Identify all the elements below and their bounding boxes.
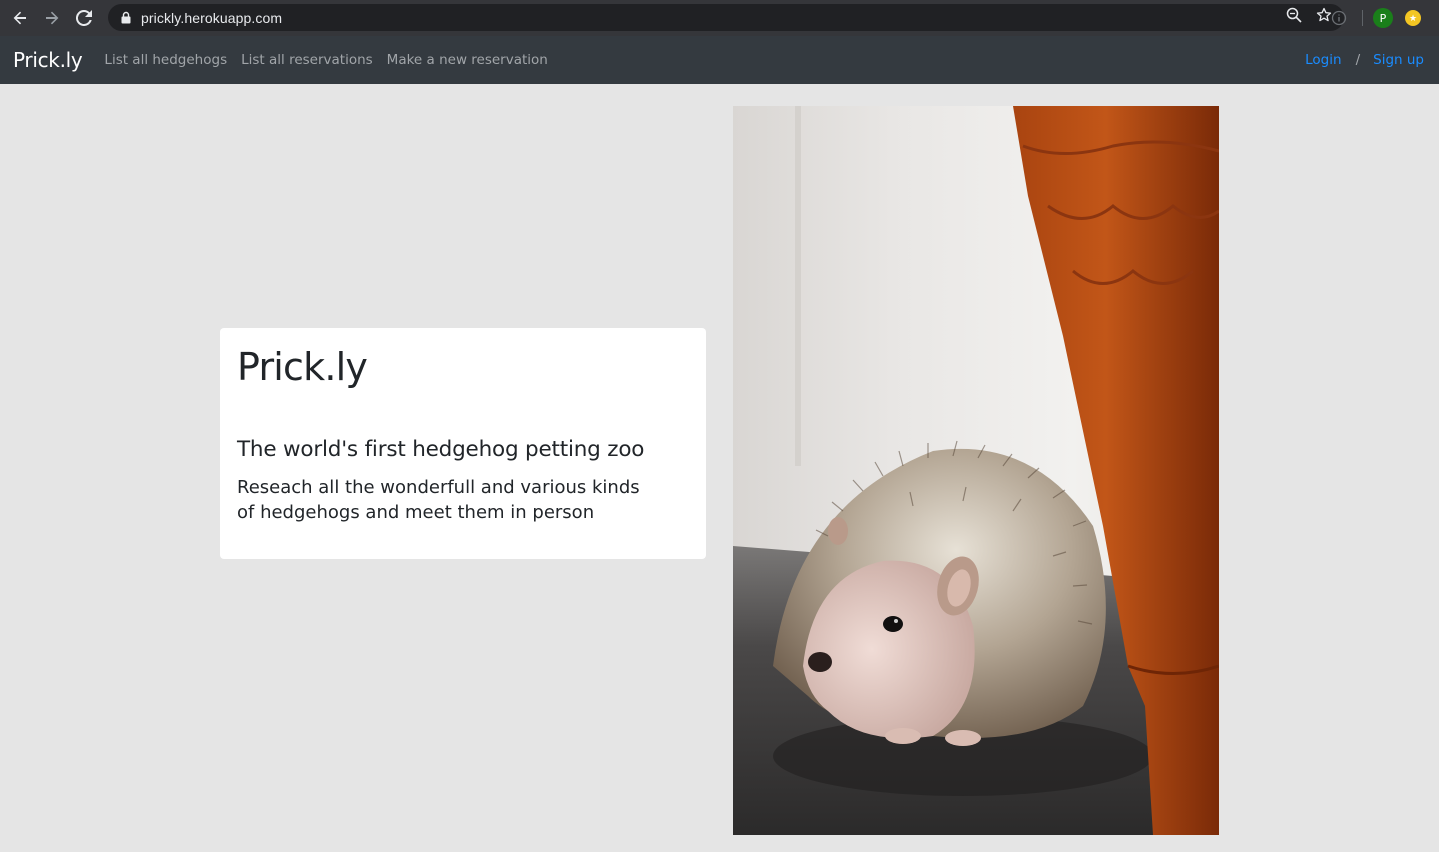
hero-subtitle: The world's first hedgehog petting zoo (237, 437, 645, 462)
url-text: prickly.herokuapp.com (141, 9, 283, 26)
toolbar-divider (1362, 10, 1363, 26)
nav-link-new-reservation[interactable]: Make a new reservation (387, 52, 548, 68)
browser-toolbar: prickly.herokuapp.com P ★ (0, 0, 1439, 36)
zoom-icon[interactable] (1286, 7, 1302, 28)
nav-link-reservations[interactable]: List all reservations (241, 52, 373, 68)
nav-link-hedgehogs[interactable]: List all hedgehogs (104, 52, 227, 68)
profile-avatar[interactable]: P (1373, 8, 1393, 28)
hero-title: Prick.ly (237, 345, 368, 389)
lock-icon (120, 11, 132, 25)
back-button[interactable] (4, 0, 36, 36)
reload-button[interactable] (68, 0, 100, 36)
signup-link[interactable]: Sign up (1373, 52, 1424, 68)
reload-icon (76, 10, 92, 26)
info-extension-icon[interactable] (1328, 7, 1350, 29)
brand-link[interactable]: Prick.ly (13, 48, 83, 72)
hedgehog-photo (733, 106, 1219, 835)
hero-card: Prick.ly The world's first hedgehog pett… (220, 328, 706, 559)
forward-arrow-icon (46, 11, 59, 25)
app-navbar: Prick.ly List all hedgehogs List all res… (0, 36, 1439, 84)
back-arrow-icon (13, 11, 26, 25)
extension-star-icon[interactable]: ★ (1405, 10, 1421, 26)
forward-button[interactable] (36, 0, 68, 36)
nav-links: List all hedgehogs List all reservations… (104, 52, 547, 68)
auth-links: Login / Sign up (1305, 36, 1424, 84)
login-link[interactable]: Login (1305, 52, 1341, 68)
auth-separator: / (1355, 52, 1361, 68)
hero-description: Reseach all the wonderfull and various k… (237, 477, 640, 523)
address-bar[interactable]: prickly.herokuapp.com (108, 4, 1344, 31)
